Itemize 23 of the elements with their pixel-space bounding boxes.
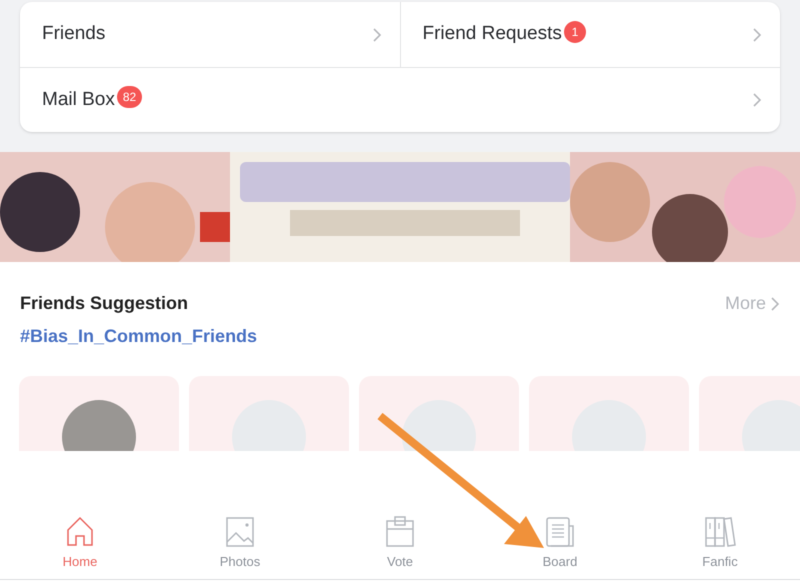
menu-item[interactable]: Friend Requests 1 — [400, 2, 780, 67]
menu-label: Mail Box — [42, 88, 115, 112]
chevron-right-icon — [770, 296, 780, 312]
nav-tab[interactable]: Vote — [320, 514, 480, 579]
count-badge: 82 — [116, 86, 142, 108]
suggestion-card[interactable] — [359, 376, 519, 451]
menu-label: Friend Requests — [422, 22, 562, 46]
menu-item[interactable]: Friends — [20, 2, 400, 67]
nav-tab[interactable]: Photos — [160, 514, 320, 579]
count-badge: 1 — [564, 20, 586, 42]
menu-item[interactable]: Mail Box 82 — [20, 68, 780, 132]
nav-tab[interactable]: Board — [480, 514, 640, 579]
suggestion-card[interactable] — [19, 376, 179, 451]
more-link[interactable]: More — [724, 290, 780, 317]
chevron-right-icon — [752, 92, 762, 108]
books-icon — [703, 514, 737, 548]
menu-label: Friends — [42, 22, 106, 46]
chevron-right-icon — [372, 26, 382, 42]
nav-tab[interactable]: Fanfic — [640, 514, 800, 579]
chevron-right-icon — [752, 26, 762, 42]
nav-tab[interactable]: Home — [0, 514, 160, 579]
section-title: Friends Suggestion — [20, 292, 188, 315]
hashtag-link[interactable]: #Bias_In_Common_Friends — [20, 326, 258, 346]
